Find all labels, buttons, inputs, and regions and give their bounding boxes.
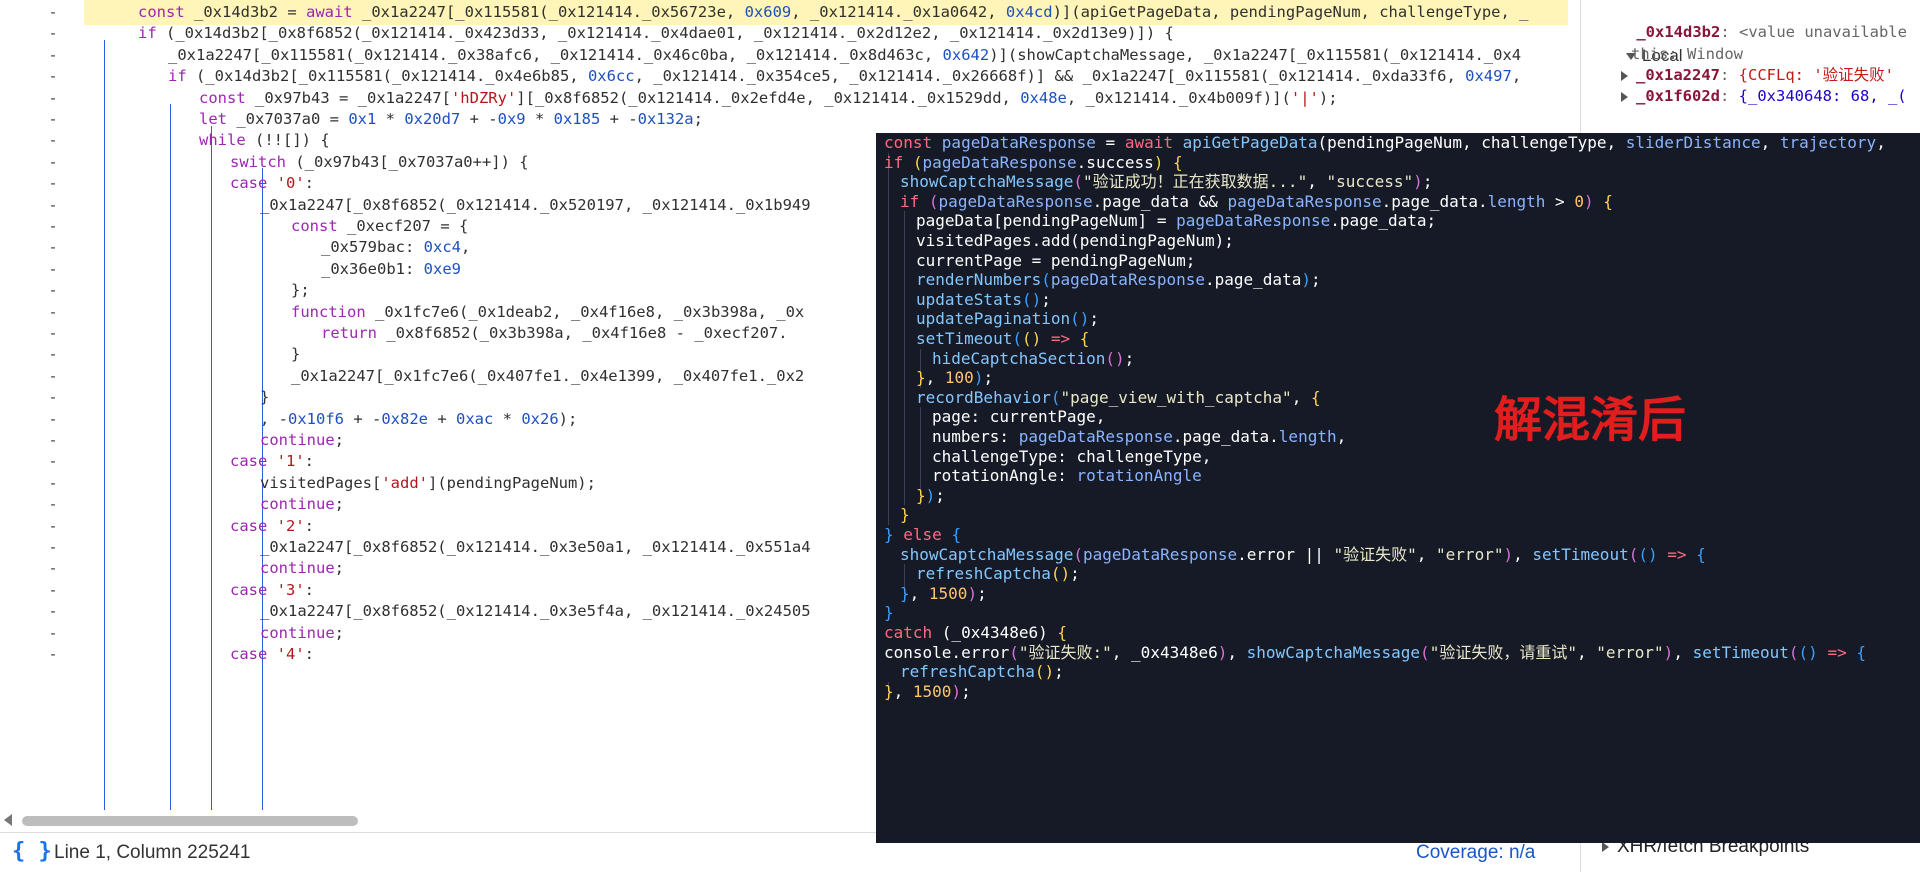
deobfuscated-code-overlay: const pageDataResponse = await apiGetPag…	[876, 133, 1920, 843]
overlay-indent-guide	[888, 152, 889, 525]
expand-right-icon[interactable]	[1621, 70, 1628, 81]
scope-variable-row[interactable]: _0x1f602d: {_0x340648: 68, _(	[1621, 84, 1907, 108]
expand-right-icon	[1602, 841, 1609, 852]
coverage-status[interactable]: Coverage: n/a	[1416, 842, 1535, 864]
deobfuscated-label: 解混淆后	[1494, 392, 1687, 448]
scope-var-value: : <value unavailable	[1720, 23, 1907, 41]
scroll-left-arrow-icon[interactable]	[4, 814, 12, 826]
cursor-position: Line 1, Column 225241	[54, 842, 251, 863]
expand-right-icon[interactable]	[1621, 91, 1628, 102]
pretty-print-icon[interactable]: { }	[12, 839, 52, 864]
overlay-indent-guide	[904, 211, 905, 506]
scrollbar-thumb[interactable]	[22, 816, 358, 826]
